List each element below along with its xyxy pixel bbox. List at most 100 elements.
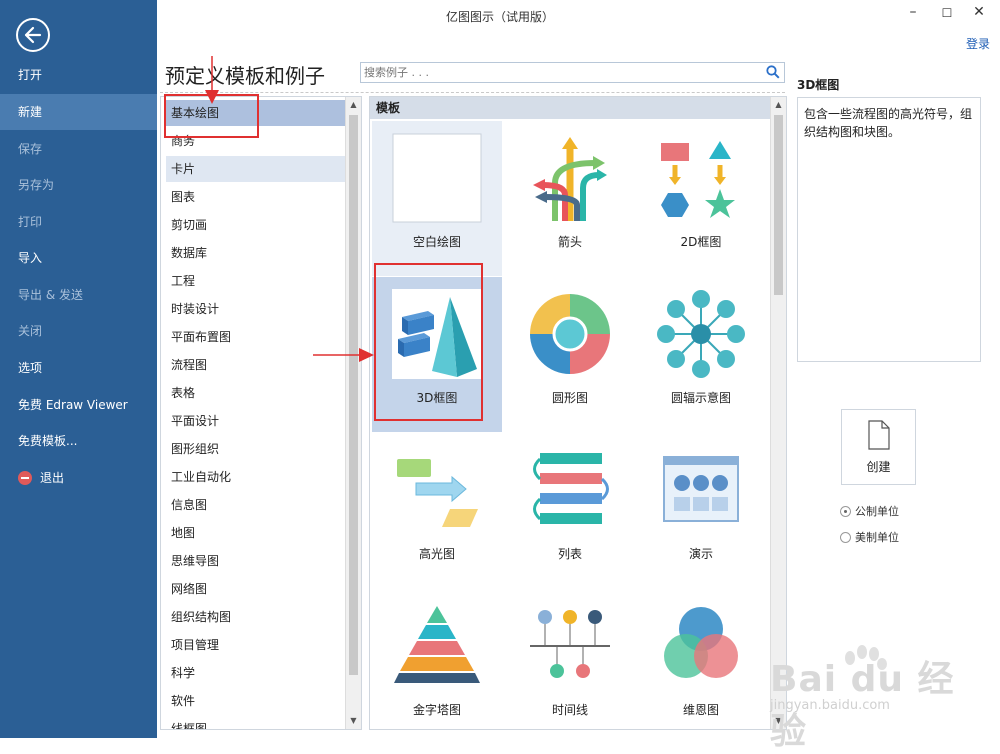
highlight-icon [397,459,478,527]
template-timeline[interactable]: 时间线 [505,589,635,729]
template-circular[interactable]: 圆形图 [505,277,635,432]
category-item[interactable]: 工程 [166,268,346,294]
scroll-down-icon[interactable]: ▼ [346,713,361,729]
template-label: 维恩图 [682,703,719,717]
template-list[interactable]: 列表 [505,433,635,588]
sidebar-item-open[interactable]: 打开 [0,57,157,93]
login-link[interactable]: 登录 [966,35,990,52]
category-item[interactable]: 科学 [166,660,346,686]
sidebar-item-save[interactable]: 保存 [0,131,157,167]
pyramid-icon [394,606,480,683]
sidebar-item-import[interactable]: 导入 [0,240,157,276]
2d-block-icon [661,141,735,218]
category-list: 基本绘图 商务 卡片 图表 剪切画 数据库 工程 时装设计 平面布置图 流程图 … [160,96,362,730]
category-item[interactable]: 时装设计 [166,296,346,322]
sidebar-item-new[interactable]: 新建 [0,94,157,130]
template-label: 时间线 [551,703,588,717]
category-item[interactable]: 软件 [166,688,346,714]
close-icon[interactable]: ✕ [969,4,989,20]
minimize-icon[interactable]: – [903,4,923,20]
template-venn[interactable]: 维恩图 [636,589,766,729]
category-item[interactable]: 剪切画 [166,212,346,238]
template-2d-block[interactable]: 2D框图 [636,121,766,276]
template-description: 包含一些流程图的高光符号，组织结构图和块图。 [797,97,981,362]
template-scrollbar[interactable]: ▲ ▼ [770,97,786,729]
sidebar: 打开 新建 保存 另存为 打印 导入 导出 & 发送 关闭 选项 免费 Edra… [0,0,157,738]
category-item[interactable]: 思维导图 [166,548,346,574]
template-label: 空白绘图 [412,235,461,249]
sidebar-item-free-templates[interactable]: 免费模板... [0,423,157,459]
category-item[interactable]: 线框图 [166,716,346,729]
scroll-up-icon[interactable]: ▲ [346,97,361,113]
template-label: 圆形图 [551,391,588,405]
presentation-icon [663,456,739,522]
template-radial[interactable]: 圆辐示意图 [636,277,766,432]
category-item[interactable]: 表格 [166,380,346,406]
template-label: 2D框图 [680,235,722,249]
sidebar-item-edraw-viewer[interactable]: 免费 Edraw Viewer [0,387,157,423]
radio-dot [840,505,851,517]
template-label: 金字塔图 [412,703,461,717]
sidebar-item-export-send[interactable]: 导出 & 发送 [0,277,157,313]
watermark-url: jingyan.baidu.com [770,698,890,713]
search-box [360,62,785,83]
template-highlight[interactable]: 高光图 [372,433,502,588]
category-scrollbar[interactable]: ▲ ▼ [345,97,361,729]
annotation-box [374,263,483,421]
timeline-icon [530,610,610,678]
unit-metric-label: 公制单位 [855,505,899,518]
unit-imperial-label: 美制单位 [855,531,899,544]
maximize-icon[interactable]: ☐ [937,6,957,20]
sidebar-item-print[interactable]: 打印 [0,204,157,240]
template-section-header: 模板 [370,97,770,119]
divider [160,92,785,93]
template-label: 箭头 [557,235,582,249]
unit-metric-radio[interactable]: 公制单位 [840,503,899,519]
scroll-thumb[interactable] [774,115,783,295]
search-input[interactable] [361,63,756,82]
sidebar-item-options[interactable]: 选项 [0,350,157,386]
baidu-watermark: Bai du 经验 jingyan.baidu.com [770,640,990,752]
template-presentation[interactable]: 演示 [636,433,766,588]
page-title: 预定义模板和例子 [165,64,325,88]
template-arrows[interactable]: 箭头 [505,121,635,276]
category-item[interactable]: 图形组织 [166,436,346,462]
category-item[interactable]: 卡片 [166,156,346,182]
scroll-up-icon[interactable]: ▲ [771,97,786,113]
sidebar-item-exit-label: 退出 [40,471,65,485]
category-item[interactable]: 组织结构图 [166,604,346,630]
category-item[interactable]: 地图 [166,520,346,546]
category-item[interactable]: 图表 [166,184,346,210]
new-document-icon [868,420,890,450]
venn-icon [664,607,738,678]
category-item[interactable]: 网络图 [166,576,346,602]
category-item[interactable]: 平面设计 [166,408,346,434]
unit-imperial-radio[interactable]: 美制单位 [840,529,899,545]
category-item[interactable]: 工业自动化 [166,464,346,490]
category-item[interactable]: 数据库 [166,240,346,266]
radio-dot [840,531,851,543]
template-label: 演示 [688,547,713,561]
template-pyramid[interactable]: 金字塔图 [372,589,502,729]
create-button[interactable]: 创建 [841,409,916,485]
template-label: 高光图 [418,547,455,561]
template-label: 列表 [557,547,582,561]
sidebar-item-close[interactable]: 关闭 [0,313,157,349]
annotation-arrow-icon [313,348,374,362]
scroll-thumb[interactable] [349,115,358,675]
annotation-arrow-icon [205,56,219,104]
category-item[interactable]: 信息图 [166,492,346,518]
list-icon [533,453,609,524]
arrows-icon [533,137,607,221]
radial-diagram-icon [657,290,745,378]
template-label: 圆辐示意图 [670,391,731,405]
category-item[interactable]: 项目管理 [166,632,346,658]
search-icon[interactable] [766,65,780,79]
sidebar-item-save-as[interactable]: 另存为 [0,167,157,203]
window-title: 亿图图示（试用版） [445,10,554,24]
circular-chart-icon [530,294,610,374]
template-blank[interactable]: 空白绘图 [372,121,502,276]
sidebar-item-exit[interactable]: 退出 [0,460,157,496]
create-button-label: 创建 [866,460,891,474]
blank-page-icon [392,133,482,223]
